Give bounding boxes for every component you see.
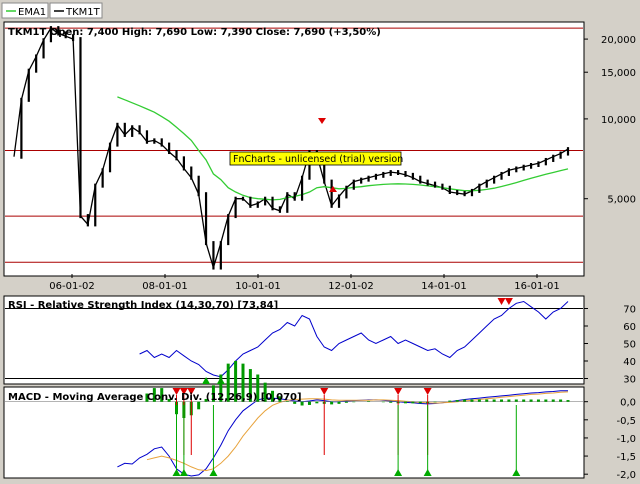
x-tick-label: 12-01-02 xyxy=(328,281,373,292)
legend: EMA1 TKM1T xyxy=(1,2,103,19)
chart-window: EMA1 TKM1T 5,000 10,000 15,000 20,000 06-01-… xyxy=(0,0,640,481)
legend-label-ema: EMA1 xyxy=(18,7,46,18)
price-panel[interactable] xyxy=(3,21,585,277)
legend-label-tkm1t: TKM1T xyxy=(65,7,101,18)
y-tick-label: -2,0 xyxy=(616,470,636,480)
y-tick-label: 50 xyxy=(623,340,636,351)
y-tick-label: -1,0 xyxy=(616,434,636,445)
y-tick-label: 0,0 xyxy=(620,398,636,409)
rsi-title: RSI - Relative Strength Index (14,30,70)… xyxy=(8,300,278,311)
x-tick-label: 16-01-01 xyxy=(514,281,559,292)
y-tick-label: 20,000 xyxy=(601,35,636,46)
y-tick-label: -0,5 xyxy=(616,416,636,427)
y-tick-label: 30 xyxy=(623,375,636,386)
x-tick-label: 14-01-01 xyxy=(421,281,466,292)
x-tick-label: 06-01-02 xyxy=(49,281,94,292)
x-tick-label: 08-01-01 xyxy=(142,281,187,292)
y-tick-label: 10,000 xyxy=(601,115,636,126)
x-tick-label: 10-01-01 xyxy=(235,281,280,292)
macd-title: MACD - Moving Average Conv. Div. (12,26,… xyxy=(8,392,302,403)
y-tick-label: 60 xyxy=(623,322,636,333)
y-tick-label: 70 xyxy=(623,305,636,316)
chart-canvas: EMA1 TKM1T 5,000 10,000 15,000 20,000 06-01-… xyxy=(1,2,636,481)
y-tick-label: 15,000 xyxy=(601,68,636,79)
y-tick-label: -1,5 xyxy=(616,452,636,463)
watermark-text: FnCharts - unlicensed (trial) version xyxy=(233,154,403,165)
y-tick-label: 40 xyxy=(623,357,636,368)
price-info: TKM1T Open: 7,400 High: 7,690 Low: 7,390… xyxy=(8,27,381,38)
y-tick-label: 5,000 xyxy=(607,195,636,206)
